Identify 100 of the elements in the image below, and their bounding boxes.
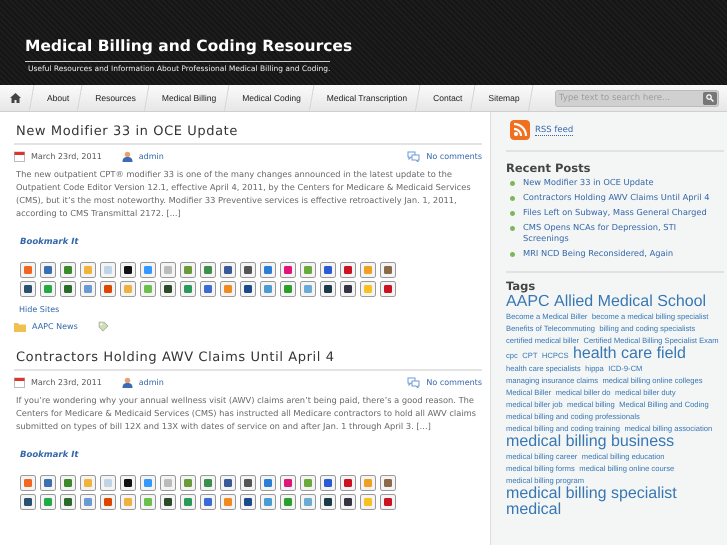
tag-icon <box>98 321 109 332</box>
bookmark-site-icon <box>200 475 216 491</box>
bookmark-site-icon <box>200 281 216 297</box>
bookmark-site-icon <box>240 475 256 491</box>
bookmark-site-icon <box>160 262 176 278</box>
bookmark-site-icon <box>360 475 376 491</box>
bookmark-site-icon <box>20 262 36 278</box>
bookmark-site-icon <box>180 494 196 510</box>
bookmark-site-icon <box>260 281 276 297</box>
tag-link[interactable]: Allied Medical School <box>554 293 706 310</box>
bookmark-site-icon <box>60 262 76 278</box>
bookmark-site-icon <box>360 494 376 510</box>
bookmark-site-icon <box>340 494 356 510</box>
author-link[interactable]: admin <box>138 378 164 387</box>
tag-link[interactable]: medical billing specialist <box>506 485 677 502</box>
user-icon <box>122 151 133 162</box>
bookmark-site-icon <box>240 281 256 297</box>
post-title[interactable]: Contractors Holding AWV Claims Until April 4 <box>14 348 482 371</box>
tag-link[interactable]: medical billing business <box>506 433 674 450</box>
post-date: March 23rd, 2011 <box>31 378 102 387</box>
bookmark-site-icon <box>180 281 196 297</box>
bookmark-site-icon <box>260 262 276 278</box>
bookmark-site-icon <box>220 494 236 510</box>
bookmark-site-icon <box>120 494 136 510</box>
bookmark-site-icon <box>80 494 96 510</box>
bookmark-site-icon <box>20 494 36 510</box>
post-title[interactable]: New Modifier 33 in OCE Update <box>14 122 482 145</box>
calendar-icon <box>14 151 25 162</box>
recent-post-link[interactable]: MRI NCD Being Reconsidered, Again <box>523 248 674 259</box>
hide-sites-link[interactable]: Hide Sites <box>19 305 60 314</box>
widget-title: Recent Posts <box>506 161 592 175</box>
comments-icon <box>407 151 420 162</box>
rss-icon <box>510 120 530 140</box>
bookmark-site-icon <box>140 262 156 278</box>
bookmark-site-icon <box>20 281 36 297</box>
bookmark-site-icon <box>160 281 176 297</box>
bookmark-site-icon <box>280 281 296 297</box>
bookmark-site-icon <box>20 475 36 491</box>
recent-post-link[interactable]: Contractors Holding AWV Claims Until April 4 <box>523 192 710 203</box>
bookmark-site-icon <box>340 475 356 491</box>
bookmark-site-icon <box>40 494 56 510</box>
search-icon <box>706 94 714 102</box>
comments-link[interactable]: No comments <box>426 378 482 387</box>
user-icon <box>122 377 133 388</box>
bookmark-site-icon <box>260 494 276 510</box>
bookmark-site-icon <box>320 281 336 297</box>
folder-icon <box>14 322 26 332</box>
bookmark-site-icon <box>80 475 96 491</box>
widget-title: Tags <box>506 279 536 293</box>
bookmark-site-icon <box>200 262 216 278</box>
bookmark-site-icon <box>280 475 296 491</box>
bookmark-site-icon <box>380 494 396 510</box>
bookmark-site-icon <box>300 281 316 297</box>
author-link[interactable]: admin <box>138 152 164 161</box>
tag-link[interactable]: AAPC <box>506 293 550 310</box>
home-icon <box>10 93 21 103</box>
bookmark-site-icon <box>60 494 76 510</box>
category-link[interactable]: AAPC News <box>32 322 78 331</box>
bookmark-site-icon <box>120 281 136 297</box>
bookmark-site-icon <box>380 262 396 278</box>
bookmark-site-icon <box>260 475 276 491</box>
bookmark-site-icon <box>220 475 236 491</box>
recent-post-link[interactable]: New Modifier 33 in OCE Update <box>523 177 654 188</box>
bookmark-site-icon <box>60 281 76 297</box>
bookmark-site-icon <box>100 494 116 510</box>
post-excerpt: If you’re wondering why your annual wellness visit (AWV) claims aren’t being paid, there’s a good reason. The Centers for Medicare & Medicaid Services (CMS) has instructed all Medicare contractors to hold all AWV claims submitted on types of bill 12X and 13X with dates of service on and after Jan. 1 through April 3. [...] <box>16 394 477 433</box>
post-date: March 23rd, 2011 <box>31 152 102 161</box>
bookmark-site-icon <box>360 281 376 297</box>
bookmark-site-icon <box>160 494 176 510</box>
post-excerpt: The new outpatient CPT® modifier 33 is one of the many changes announced in the latest update to the Outpatient Code Editor Version 12.1, effective April 4, 2011, by the Centers for Medicare & Medicaid Services (CMS), but it’s the most noteworthy. Modifier 33 Preventive services is effective retroactively Jan. 1, 2011, according to CMS Transmittal 2172. [...] <box>16 168 472 220</box>
bookmark-site-icon <box>180 475 196 491</box>
bookmark-site-icon <box>140 494 156 510</box>
bookmark-site-icon <box>40 262 56 278</box>
bookmark-site-icon <box>100 281 116 297</box>
recent-post-link[interactable]: Files Left on Subway, Mass General Charged <box>523 207 707 218</box>
tag-link[interactable]: health care field <box>572 345 686 362</box>
bookmark-site-icon <box>320 475 336 491</box>
recent-post-link[interactable]: CMS Opens NCAs for Depression, STI Screenings <box>523 222 724 244</box>
tag-link[interactable]: medical <box>506 501 562 518</box>
bookmark-site-icon <box>380 281 396 297</box>
bookmark-site-icon <box>320 494 336 510</box>
bookmark-site-icon <box>40 281 56 297</box>
bookmark-site-icon <box>200 494 216 510</box>
bookmark-heading: Bookmark It <box>20 450 78 460</box>
bookmark-site-icon <box>80 262 96 278</box>
bookmark-site-icon <box>40 475 56 491</box>
bookmark-site-icon <box>220 262 236 278</box>
site-title[interactable]: Medical Billing and Coding Resources <box>25 36 352 56</box>
bookmark-site-icon <box>380 475 396 491</box>
comments-icon <box>407 377 420 388</box>
bookmark-site-icon <box>280 262 296 278</box>
bookmark-site-icon <box>340 262 356 278</box>
bookmark-heading: Bookmark It <box>20 237 78 247</box>
bookmark-site-icon <box>220 281 236 297</box>
bookmark-site-icon <box>340 281 356 297</box>
rss-feed-link[interactable]: RSS feed <box>535 124 574 136</box>
calendar-icon <box>14 377 25 388</box>
comments-link[interactable]: No comments <box>426 152 482 161</box>
search-button[interactable] <box>703 92 717 104</box>
bookmark-site-icon <box>60 475 76 491</box>
